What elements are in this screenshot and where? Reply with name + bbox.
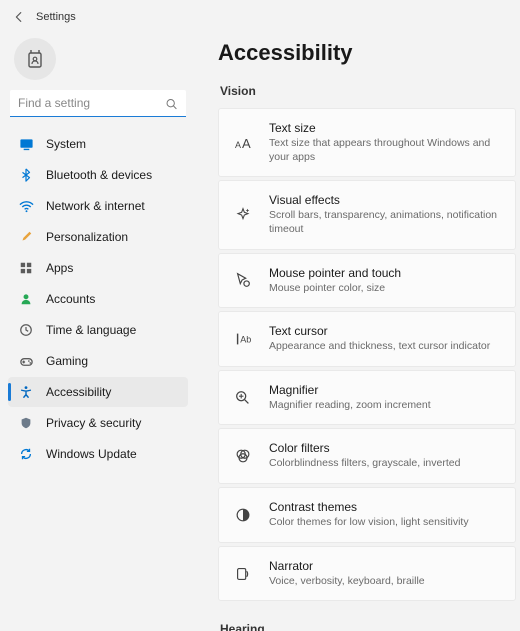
gaming-icon — [18, 353, 34, 369]
page-title: Accessibility — [218, 40, 516, 66]
sidebar-item-label: Time & language — [46, 323, 136, 337]
row-desc: Colorblindness filters, grayscale, inver… — [269, 457, 460, 471]
sidebar-item-label: Privacy & security — [46, 416, 141, 430]
row-title: Color filters — [269, 441, 460, 455]
paintbrush-icon — [18, 229, 34, 245]
back-button[interactable] — [10, 8, 28, 26]
content-area: Accessibility Vision AA Text size Text s… — [196, 34, 520, 631]
narrator-icon — [233, 564, 253, 584]
row-title: Text size — [269, 121, 501, 135]
row-title: Narrator — [269, 559, 425, 573]
avatar — [14, 38, 56, 80]
sidebar-nav: System Bluetooth & devices Network & int… — [8, 129, 188, 469]
sidebar-item-bluetooth[interactable]: Bluetooth & devices — [8, 160, 188, 190]
row-text-size[interactable]: AA Text size Text size that appears thro… — [218, 108, 516, 177]
svg-text:A: A — [242, 136, 251, 151]
row-desc: Mouse pointer color, size — [269, 282, 401, 296]
sparkle-icon — [233, 205, 253, 225]
sidebar-item-label: Accounts — [46, 292, 95, 306]
row-title: Visual effects — [269, 193, 501, 207]
row-text-cursor[interactable]: Ab Text cursor Appearance and thickness,… — [218, 311, 516, 367]
sidebar-item-update[interactable]: Windows Update — [8, 439, 188, 469]
apps-icon — [18, 260, 34, 276]
sidebar-item-label: Gaming — [46, 354, 88, 368]
row-desc: Appearance and thickness, text cursor in… — [269, 340, 490, 354]
row-title: Contrast themes — [269, 500, 469, 514]
sidebar-item-accessibility[interactable]: Accessibility — [8, 377, 188, 407]
sidebar: System Bluetooth & devices Network & int… — [0, 34, 196, 631]
bluetooth-icon — [18, 167, 34, 183]
sidebar-item-privacy[interactable]: Privacy & security — [8, 408, 188, 438]
row-narrator[interactable]: Narrator Voice, verbosity, keyboard, bra… — [218, 546, 516, 602]
row-desc: Voice, verbosity, keyboard, braille — [269, 575, 425, 589]
section-vision-label: Vision — [220, 84, 516, 98]
row-color-filters[interactable]: Color filters Colorblindness filters, gr… — [218, 428, 516, 484]
sidebar-item-system[interactable]: System — [8, 129, 188, 159]
window-title: Settings — [36, 11, 76, 23]
search-icon — [165, 97, 178, 110]
row-title: Text cursor — [269, 324, 490, 338]
accessibility-icon — [18, 384, 34, 400]
sidebar-item-label: Accessibility — [46, 385, 111, 399]
row-title: Mouse pointer and touch — [269, 266, 401, 280]
row-desc: Magnifier reading, zoom increment — [269, 399, 431, 413]
contrast-icon — [233, 505, 253, 525]
sidebar-item-accounts[interactable]: Accounts — [8, 284, 188, 314]
sidebar-item-network[interactable]: Network & internet — [8, 191, 188, 221]
sidebar-item-apps[interactable]: Apps — [8, 253, 188, 283]
sidebar-item-time[interactable]: Time & language — [8, 315, 188, 345]
row-desc: Scroll bars, transparency, animations, n… — [269, 209, 501, 236]
section-hearing-label: Hearing — [220, 622, 516, 631]
wifi-icon — [18, 198, 34, 214]
update-icon — [18, 446, 34, 462]
color-filters-icon — [233, 446, 253, 466]
sidebar-item-label: Personalization — [46, 230, 128, 244]
profile-area[interactable] — [8, 34, 188, 90]
row-contrast-themes[interactable]: Contrast themes Color themes for low vis… — [218, 487, 516, 543]
text-size-icon: AA — [233, 133, 253, 153]
sidebar-item-personalization[interactable]: Personalization — [8, 222, 188, 252]
row-desc: Text size that appears throughout Window… — [269, 137, 501, 164]
svg-text:A: A — [235, 140, 241, 150]
row-magnifier[interactable]: Magnifier Magnifier reading, zoom increm… — [218, 370, 516, 426]
magnifier-icon — [233, 388, 253, 408]
sidebar-item-label: Network & internet — [46, 199, 145, 213]
mouse-pointer-icon — [233, 270, 253, 290]
sidebar-item-label: Apps — [46, 261, 73, 275]
clock-icon — [18, 322, 34, 338]
search-box[interactable] — [10, 90, 186, 117]
row-mouse-pointer[interactable]: Mouse pointer and touch Mouse pointer co… — [218, 253, 516, 309]
svg-text:Ab: Ab — [240, 335, 251, 345]
sidebar-item-gaming[interactable]: Gaming — [8, 346, 188, 376]
search-input[interactable] — [10, 90, 186, 117]
sidebar-item-label: System — [46, 137, 86, 151]
row-title: Magnifier — [269, 383, 431, 397]
sidebar-item-label: Bluetooth & devices — [46, 168, 152, 182]
row-desc: Color themes for low vision, light sensi… — [269, 516, 469, 530]
sidebar-item-label: Windows Update — [46, 447, 137, 461]
row-visual-effects[interactable]: Visual effects Scroll bars, transparency… — [218, 180, 516, 249]
system-icon — [18, 136, 34, 152]
text-cursor-icon: Ab — [233, 329, 253, 349]
accounts-icon — [18, 291, 34, 307]
shield-icon — [18, 415, 34, 431]
